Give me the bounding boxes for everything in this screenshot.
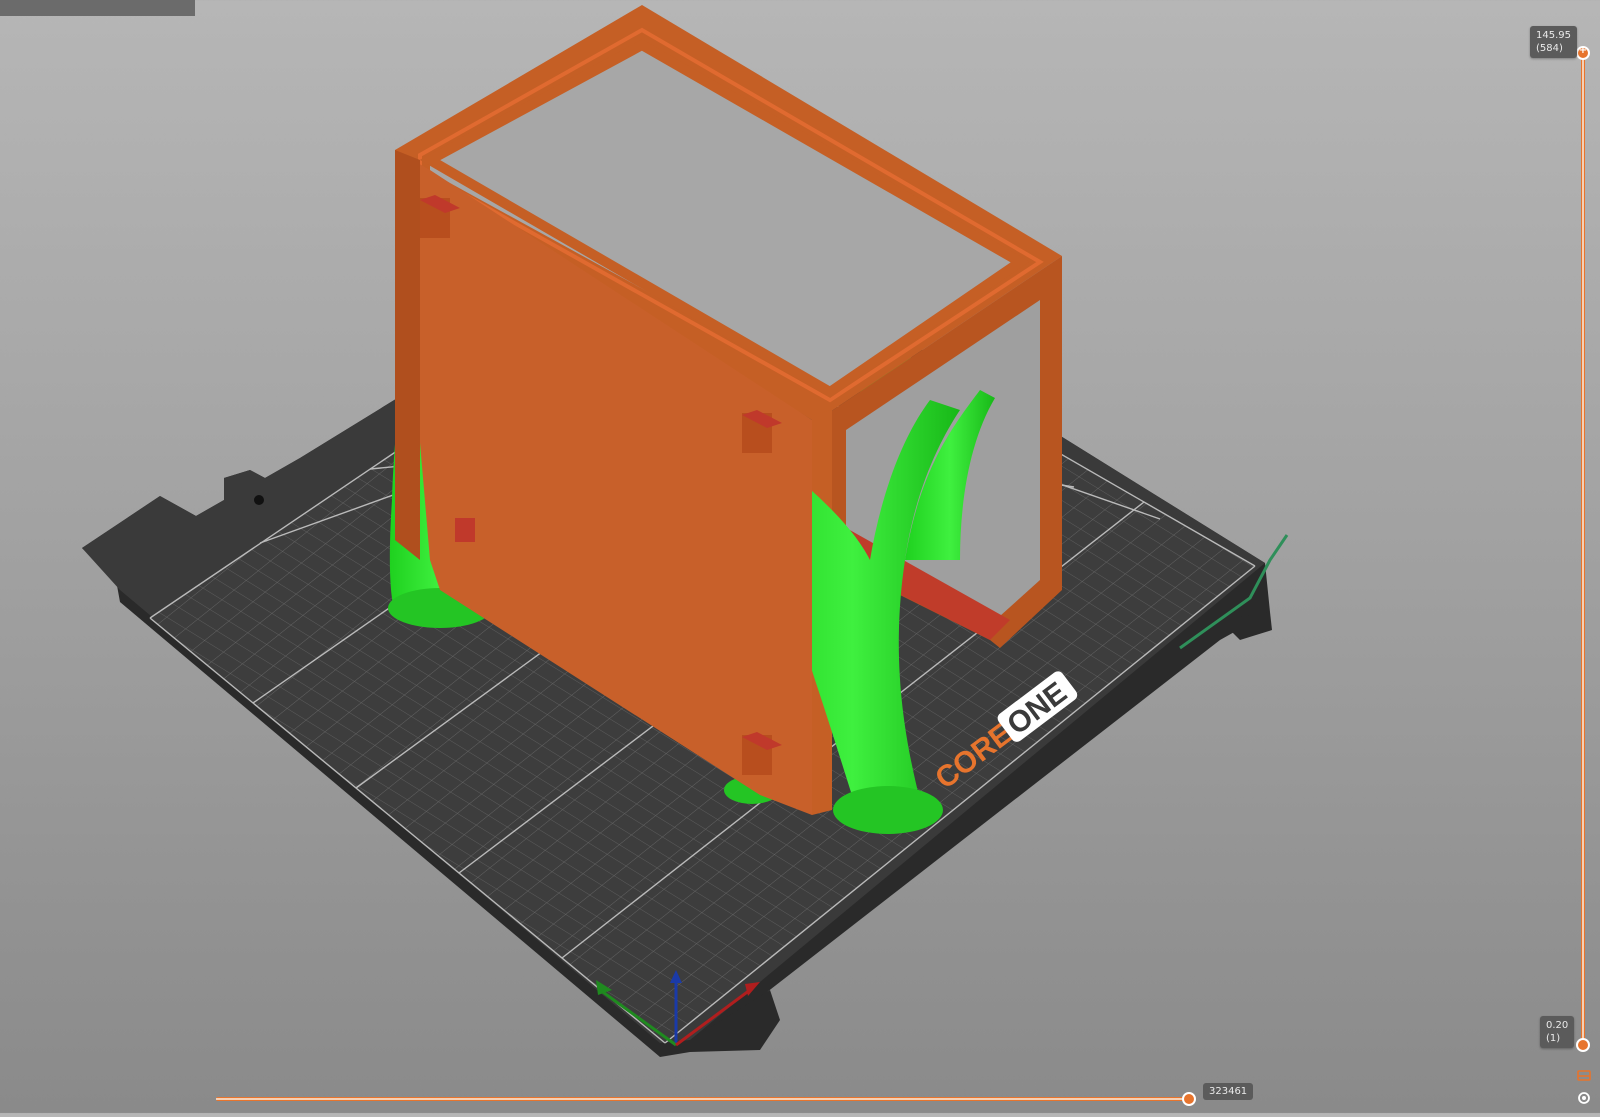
layer-slider-track[interactable] [1581, 55, 1585, 1045]
bottom-height-value: 0.20 [1546, 1020, 1569, 1031]
add-plus-icon: + [1578, 45, 1588, 56]
layer-slider-top-thumb[interactable]: + [1576, 45, 1590, 60]
scene-canvas: CORE ONE [82, 5, 1289, 1057]
move-slider-thumb[interactable] [1182, 1092, 1196, 1106]
top-height-value: 145.95 [1536, 30, 1571, 41]
layer-slider-top-label: 145.95 (584) [1530, 26, 1577, 58]
settings-gear-icon[interactable] [1576, 1090, 1592, 1106]
layer-slider-bottom-thumb[interactable] [1576, 1038, 1590, 1052]
top-toolbar-tab[interactable] [0, 0, 195, 16]
move-slider-track[interactable] [216, 1097, 1189, 1101]
move-slider-label: 323461 [1203, 1083, 1254, 1100]
3d-preview-viewport[interactable]: CORE ONE [0, 0, 1600, 1113]
bottom-layer-number: (1) [1546, 1033, 1561, 1044]
top-layer-number: (584) [1536, 43, 1563, 54]
one-layer-icon[interactable] [1576, 1068, 1592, 1084]
layer-slider-bottom-label: 0.20 (1) [1540, 1016, 1575, 1048]
